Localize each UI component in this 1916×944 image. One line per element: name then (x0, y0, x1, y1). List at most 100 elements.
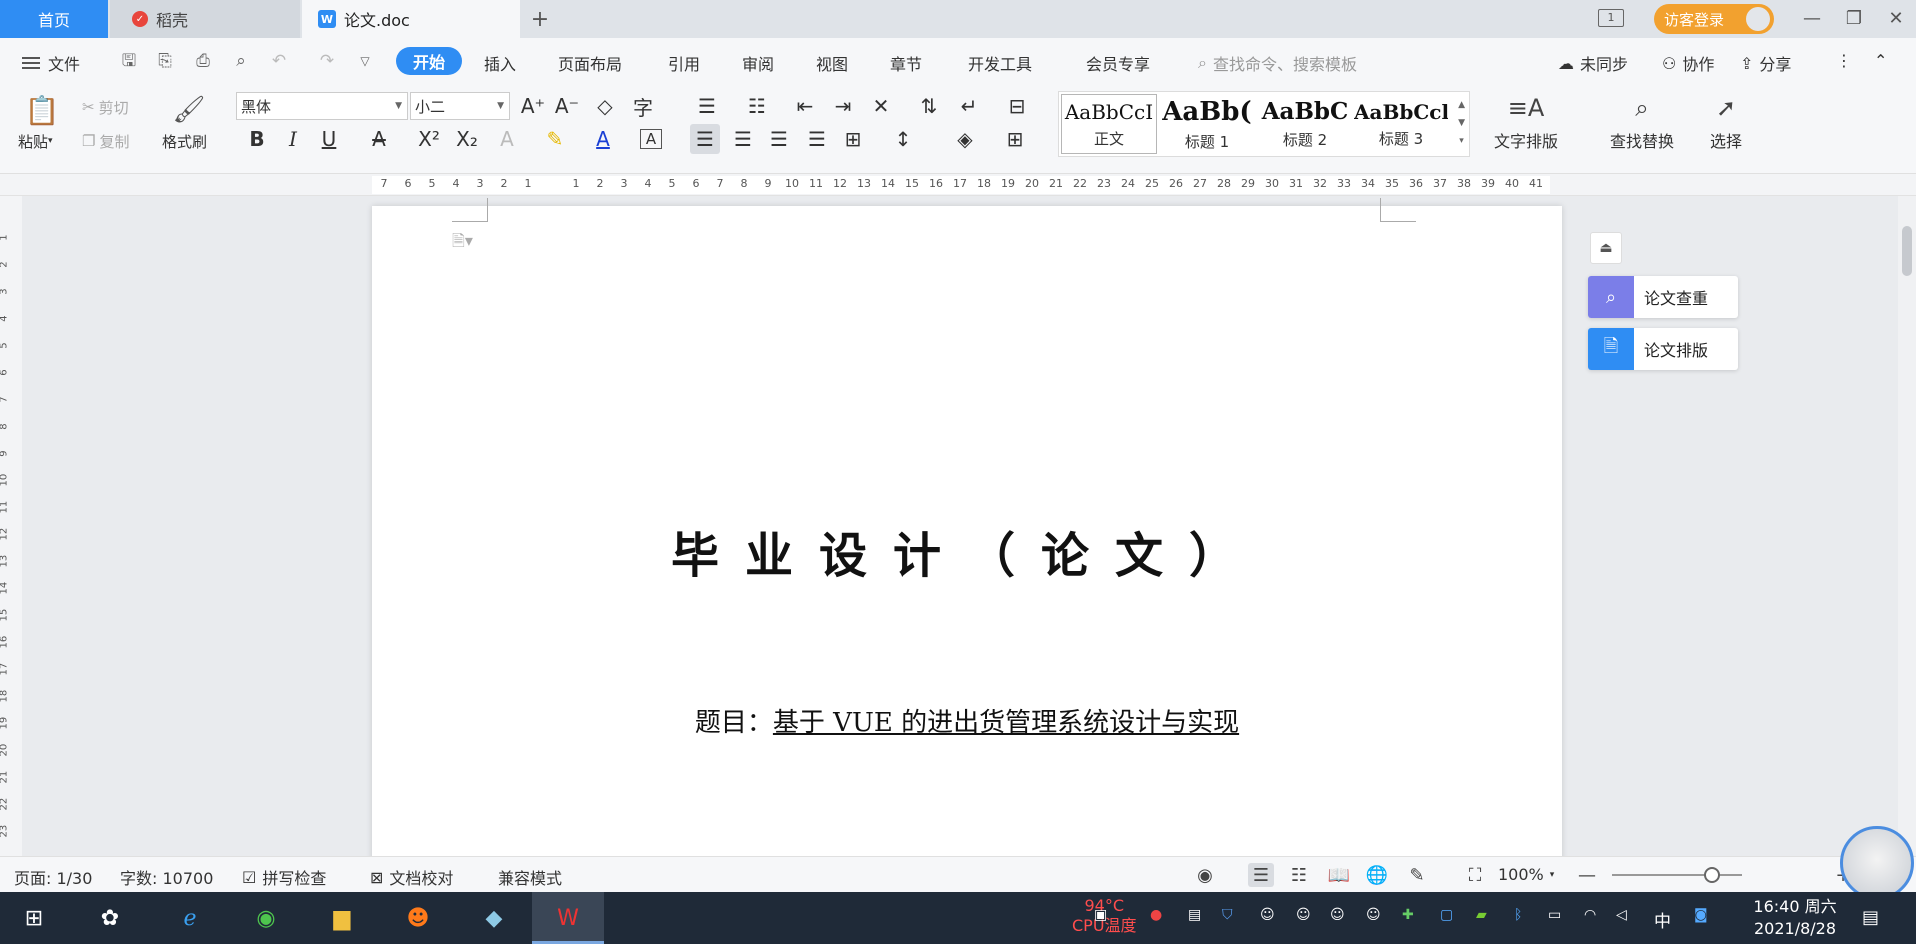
strikethrough-icon[interactable]: A (364, 124, 394, 154)
align-left-icon[interactable]: ☰ (690, 124, 720, 154)
format-painter-icon[interactable]: 🖌 (173, 92, 206, 128)
browser-green-icon[interactable]: ◉ (248, 900, 284, 936)
character-border-icon[interactable]: A (640, 129, 662, 149)
vertical-scrollbar[interactable] (1898, 196, 1916, 856)
paste-button[interactable]: 粘贴 ▾ (18, 130, 53, 152)
tab-home[interactable]: 首页 (0, 0, 108, 38)
chinese-layout-icon[interactable]: ✕ (866, 91, 896, 121)
command-search[interactable]: ⌕ 查找命令、搜索模板 (1198, 51, 1357, 75)
tab-document[interactable]: W 论文.doc (302, 0, 520, 38)
tray-remote-icon[interactable]: ▤ (1188, 907, 1201, 923)
copy-button[interactable]: ❐ 复制 (82, 130, 129, 152)
document-page[interactable]: 🗎▾ 毕业设计（论文） 题目：基于 VUE 的进出货管理系统设计与实现 (372, 198, 1562, 856)
font-name-select[interactable]: 黑体 ▼ (236, 92, 408, 120)
shield-icon[interactable]: ⛉ (1222, 907, 1233, 923)
find-replace-button[interactable]: ⌕ 查找替换 (1610, 94, 1674, 152)
bold-icon[interactable]: B (242, 124, 272, 154)
wifi-icon[interactable]: ◠ (1584, 907, 1596, 923)
battery-icon[interactable]: ▭ (1548, 907, 1561, 923)
clear-format-icon[interactable]: ◇ (590, 91, 620, 121)
text-effect-icon[interactable]: A (492, 124, 522, 154)
zoom-level-select[interactable]: 100% ▾ (1498, 865, 1554, 884)
borders-icon[interactable]: ⊞ (1000, 124, 1030, 154)
eye-protection-icon[interactable]: ◉ (1192, 863, 1218, 887)
volume-icon[interactable]: ◁ (1616, 907, 1627, 923)
file-explorer-icon[interactable]: ▆ (324, 900, 360, 936)
underline-icon[interactable]: U (314, 124, 344, 154)
save-icon[interactable]: 🖫 (118, 50, 140, 72)
bullet-list-icon[interactable]: ☰ (692, 91, 722, 121)
web-view-icon[interactable]: 🌐 (1364, 863, 1390, 887)
font-size-select[interactable]: 小二 ▼ (410, 92, 510, 120)
highlight-icon[interactable]: ✎ (540, 124, 570, 154)
reading-view-icon[interactable]: 📖 (1326, 863, 1352, 887)
menu-review[interactable]: 审阅 (742, 51, 774, 75)
share-button[interactable]: ⇪ 分享 (1740, 51, 1791, 75)
menu-developer[interactable]: 开发工具 (968, 51, 1032, 75)
fit-page-icon[interactable]: ⛶ (1462, 863, 1488, 887)
file-menu[interactable]: 文件 (22, 51, 80, 75)
restore-button[interactable]: ❐ (1842, 8, 1866, 29)
increase-indent-icon[interactable]: ⇥ (828, 91, 858, 121)
styles-scroll-icon[interactable]: ▲ ▼ ▾ (1458, 96, 1465, 150)
font-color-icon[interactable]: A (588, 124, 618, 154)
paper-layout-button[interactable]: 🗎 论文排版 (1588, 328, 1738, 370)
undo-icon[interactable]: ↶ (268, 50, 290, 72)
tray-green-icon[interactable]: ✚ (1402, 907, 1414, 923)
tray-ime-icon[interactable]: ◙ (1694, 907, 1708, 923)
export-icon[interactable]: ⎘ (154, 50, 176, 72)
align-center-icon[interactable]: ☰ (728, 124, 758, 154)
zoom-out-icon[interactable]: — (1574, 863, 1600, 887)
cut-button[interactable]: ✂ 剪切 (82, 96, 129, 118)
subscript-icon[interactable]: X₂ (452, 124, 482, 154)
system-clock[interactable]: 16:40 周六 2021/8/28 (1740, 896, 1850, 940)
menu-start[interactable]: 开始 (396, 47, 462, 75)
document-outline-icon[interactable]: 🗎▾ (452, 230, 473, 257)
shading-icon[interactable]: ◈ (950, 124, 980, 154)
wps-office-icon[interactable]: W (550, 900, 586, 936)
collaborate-button[interactable]: ⚇ 协作 (1662, 51, 1714, 75)
app-pinwheel-icon[interactable]: ✿ (92, 900, 128, 936)
spell-check-button[interactable]: ☑ 拼写检查 (242, 865, 326, 889)
page-view-icon[interactable]: ☰ (1248, 863, 1274, 887)
notification-icon[interactable]: ▤ (1862, 907, 1879, 928)
superscript-icon[interactable]: X² (414, 124, 444, 154)
assistant-robot-icon[interactable] (1840, 826, 1914, 900)
format-painter-button[interactable]: 格式刷 (162, 130, 207, 152)
scrollbar-thumb[interactable] (1902, 226, 1912, 276)
visitor-login-button[interactable]: 访客登录 (1654, 4, 1774, 34)
tray-qq-icon-3[interactable]: ☺ (1330, 907, 1345, 923)
menu-page-layout[interactable]: 页面布局 (558, 51, 622, 75)
window-mode-icon[interactable]: 1 (1598, 9, 1624, 27)
word-count[interactable]: 字数: 10700 (120, 865, 213, 889)
page-count[interactable]: 页面: 1/30 (14, 865, 92, 889)
style-heading-2[interactable]: AaBbC 标题 2 (1257, 94, 1353, 154)
new-tab-button[interactable]: + (526, 6, 554, 32)
paste-icon[interactable]: 📋 (22, 92, 62, 128)
write-view-icon[interactable]: ✎ (1404, 863, 1430, 887)
decrease-indent-icon[interactable]: ⇤ (790, 91, 820, 121)
justify-icon[interactable]: ☰ (802, 124, 832, 154)
doc-proofread-button[interactable]: ⊠ 文档校对 (370, 865, 453, 889)
windows-start-icon[interactable]: ⊞ (16, 900, 52, 936)
align-right-icon[interactable]: ☰ (764, 124, 794, 154)
print-icon[interactable]: ⎙ (192, 50, 214, 72)
app-avatar-icon[interactable]: ☻ (400, 900, 436, 936)
tray-qq-icon-2[interactable]: ☺ (1296, 907, 1311, 923)
menu-insert[interactable]: 插入 (484, 51, 516, 75)
shrink-font-icon[interactable]: A⁻ (552, 91, 582, 121)
grow-font-icon[interactable]: A⁺ (518, 91, 548, 121)
nvidia-icon[interactable]: ▰ (1476, 907, 1487, 923)
ie-browser-icon[interactable]: ℯ (172, 900, 208, 936)
tray-blue-icon[interactable]: ▢ (1440, 907, 1453, 923)
numbered-list-icon[interactable]: ☷ (742, 91, 772, 121)
quick-access-dropdown-icon[interactable]: ▽ (354, 50, 376, 72)
side-panel-collapse-icon[interactable]: ⏏ (1590, 232, 1622, 264)
text-layout-button[interactable]: ≡A 文字排版 (1494, 94, 1558, 152)
menu-references[interactable]: 引用 (668, 51, 700, 75)
ime-indicator[interactable]: 中 (1654, 907, 1671, 932)
tray-red-icon[interactable]: ● (1150, 907, 1162, 923)
style-heading-3[interactable]: AaBbCcl 标题 3 (1353, 94, 1449, 154)
select-button[interactable]: ➚ 选择 (1710, 94, 1742, 152)
vertical-ruler[interactable]: 1234567891011121314151617181920212223 (0, 196, 22, 856)
